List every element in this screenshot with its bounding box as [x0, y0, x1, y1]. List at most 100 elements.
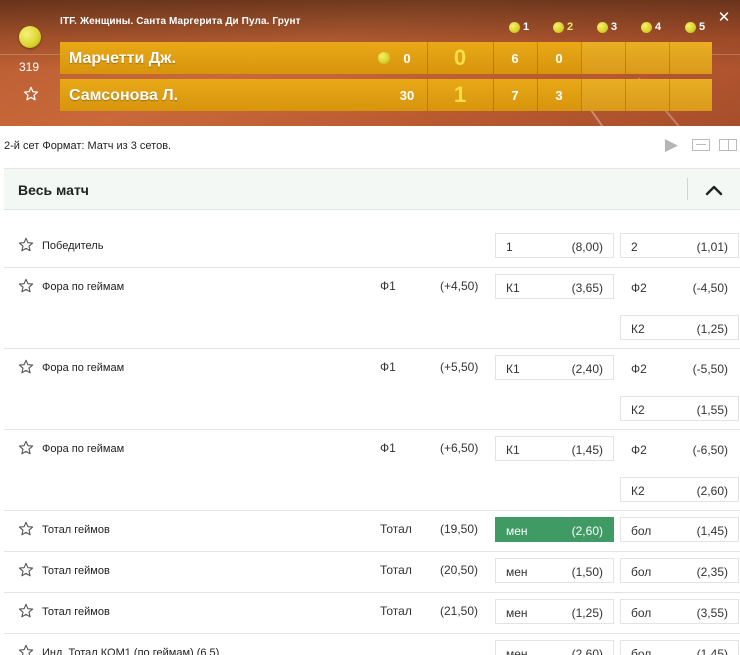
market-name: Фора по геймам	[42, 281, 125, 293]
star-icon[interactable]	[23, 86, 39, 106]
set-score: 7	[511, 87, 519, 103]
handicap-label: Ф2 (-6,50)	[620, 436, 739, 461]
market-row: Фора по геймам Ф1 (+5,50) К1 (2,40) Ф2 (-5…	[4, 349, 740, 430]
odds-label: К2	[631, 484, 645, 498]
odds-button[interactable]: мен (1,50)	[495, 558, 614, 583]
field-view-icon[interactable]	[719, 139, 737, 151]
odds-label: 2	[631, 240, 638, 254]
set-score: 6	[511, 50, 519, 66]
odds-button[interactable]: бол (1,45)	[620, 517, 739, 542]
odds-button[interactable]: К1 (2,40)	[495, 355, 614, 380]
market-name: Тотал геймов	[42, 606, 110, 618]
match-info-bar: 2-й сет Формат: Матч из 3 сетов. ▶	[0, 126, 740, 166]
points: 30	[399, 87, 415, 103]
stats-icon[interactable]	[692, 139, 710, 151]
star-icon[interactable]	[18, 562, 34, 578]
set-score: 3	[555, 87, 563, 103]
set-score-empty	[581, 79, 625, 111]
tennis-ball-icon	[685, 21, 696, 33]
star-icon[interactable]	[18, 521, 34, 537]
set-header-4: 4	[641, 21, 661, 33]
odds-value: (1,45)	[696, 524, 728, 538]
odds-value: (1,55)	[696, 403, 728, 417]
odds-button[interactable]: К2 (2,60)	[620, 477, 739, 502]
odds-button[interactable]: бол (1,45)	[620, 640, 739, 655]
odds-value: (1,50)	[571, 565, 603, 579]
match-format-text: 2-й сет Формат: Матч из 3 сетов.	[4, 140, 172, 152]
odds-value: (2,60)	[696, 484, 728, 498]
odds-label: К1	[506, 362, 520, 376]
star-icon[interactable]	[18, 644, 34, 655]
market-row: Фора по геймам Ф1 (+6,50) К1 (1,45) Ф2 (-6…	[4, 430, 740, 511]
odds-button[interactable]: К2 (1,55)	[620, 396, 739, 421]
odds-value: (2,60)	[571, 524, 603, 538]
tennis-ball-icon	[597, 21, 608, 33]
odds-label: К2	[631, 322, 645, 336]
market-param-label: Ф1	[380, 279, 396, 293]
odds-button[interactable]: К2 (1,25)	[620, 315, 739, 340]
tennis-ball-icon	[553, 21, 564, 33]
player-name: Самсонова Л.	[69, 87, 179, 104]
market-param-value: (21,50)	[440, 604, 479, 618]
odds-label: К1	[506, 281, 520, 295]
market-param-label: Ф1	[380, 360, 396, 374]
odds-value: (1,25)	[571, 606, 603, 620]
star-icon[interactable]	[18, 359, 34, 375]
market-row: Победитель 1 (8,00) 2 (1,01)	[4, 227, 740, 268]
set-score-empty	[625, 42, 669, 74]
market-row: Фора по геймам Ф1 (+4,50) К1 (3,65) Ф2 (-4…	[4, 268, 740, 349]
player-rank: 319	[19, 60, 40, 74]
odds-button[interactable]: К1 (1,45)	[495, 436, 614, 461]
odds-button[interactable]: мен (2,60)	[495, 517, 614, 542]
set-header-5: 5	[685, 21, 705, 33]
odds-value: (1,01)	[696, 240, 728, 254]
odds-button[interactable]: 2 (1,01)	[620, 233, 739, 258]
market-name: Фора по геймам	[42, 443, 125, 455]
set-header-3: 3	[597, 21, 617, 33]
player-name: Марчетти Дж.	[69, 50, 176, 67]
odds-label: бол	[631, 524, 652, 538]
play-icon[interactable]: ▶	[665, 135, 678, 155]
odds-label: мен	[506, 524, 528, 538]
market-row: Тотал геймов Тотал (20,50) мен (1,50) бол …	[4, 552, 740, 593]
set-score: 0	[555, 50, 563, 66]
star-icon[interactable]	[18, 278, 34, 294]
odds-button[interactable]: мен (2,60)	[495, 640, 614, 655]
section-header[interactable]: Весь матч	[4, 168, 740, 210]
odds-button[interactable]: мен (1,25)	[495, 599, 614, 624]
star-icon[interactable]	[18, 603, 34, 619]
odds-label: мен	[506, 647, 528, 655]
odds-value: (3,65)	[571, 281, 603, 295]
odds-button[interactable]: К1 (3,65)	[495, 274, 614, 299]
odds-button[interactable]: бол (3,55)	[620, 599, 739, 624]
chevron-up-icon[interactable]	[702, 179, 726, 201]
set-header-1: 1	[509, 21, 529, 33]
star-icon[interactable]	[18, 237, 34, 253]
market-param-label: Тотал	[380, 563, 412, 577]
odds-label: Ф2	[631, 281, 647, 295]
odds-label: 1	[506, 240, 513, 254]
market-row: Инд. Тотал КОМ1 (по геймам) (6,5) мен (2…	[4, 634, 740, 655]
odds-value: (-6,50)	[692, 443, 728, 457]
odds-value: (3,55)	[696, 606, 728, 620]
handicap-label: Ф2 (-4,50)	[620, 274, 739, 299]
market-param-label: Тотал	[380, 604, 412, 618]
tennis-ball-icon	[509, 21, 520, 33]
odds-label: бол	[631, 606, 652, 620]
tennis-ball-icon	[19, 26, 41, 48]
odds-label: К2	[631, 403, 645, 417]
tournament-title: ITF. Женщины. Санта Маргерита Ди Пула. Г…	[60, 16, 301, 27]
odds-button[interactable]: 1 (8,00)	[495, 233, 614, 258]
games: 1	[453, 82, 467, 107]
player-row: Самсонова Л. 30 1 7 3	[60, 79, 712, 111]
market-row: Тотал геймов Тотал (21,50) мен (1,25) бол …	[4, 593, 740, 634]
set-score-empty	[581, 42, 625, 74]
odds-button[interactable]: бол (2,35)	[620, 558, 739, 583]
market-row: Тотал геймов Тотал (19,50) мен (2,60) бол …	[4, 511, 740, 552]
odds-value: (-5,50)	[692, 362, 728, 376]
market-param-label: Ф1	[380, 441, 396, 455]
market-name: Тотал геймов	[42, 524, 110, 536]
close-icon[interactable]: ✕	[716, 10, 732, 26]
player-row: Марчетти Дж. 0 0 6 0	[60, 42, 712, 74]
star-icon[interactable]	[18, 440, 34, 456]
